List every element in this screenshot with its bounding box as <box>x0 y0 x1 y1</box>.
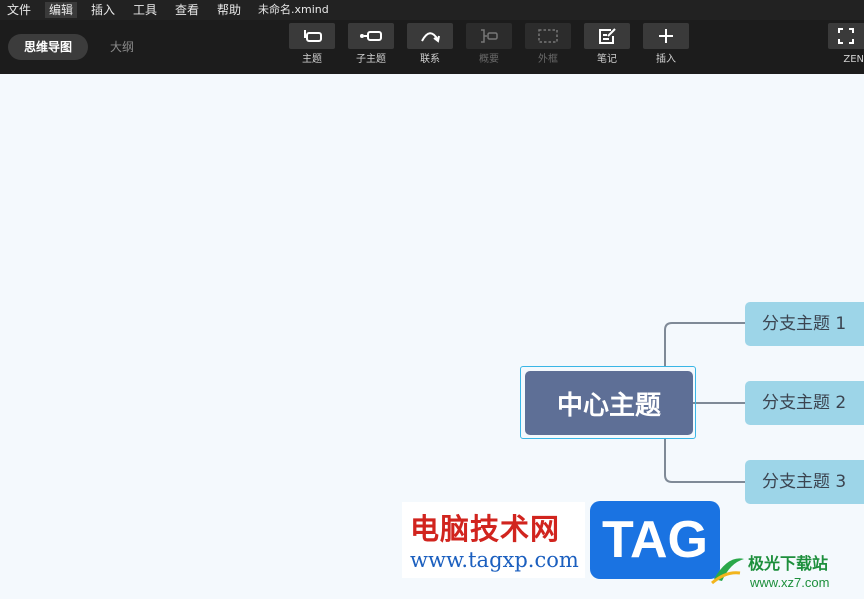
menu-help[interactable]: 帮助 <box>217 2 241 18</box>
insert-button[interactable]: 插入 <box>642 23 690 66</box>
relationship-icon <box>421 32 440 43</box>
tab-outline[interactable]: 大纲 <box>110 34 134 60</box>
note-label: 笔记 <box>597 54 617 65</box>
menu-insert[interactable]: 插入 <box>91 2 115 18</box>
boundary-icon <box>538 29 558 43</box>
zen-label: ZEN <box>843 54 864 65</box>
zen-button[interactable]: ZEN <box>828 23 864 66</box>
toolbar: 思维导图 大纲 主题 子主题 联系 概要 外框 笔记 插入 ZEN <box>0 20 864 74</box>
subtopic-label: 子主题 <box>356 54 386 65</box>
note-button[interactable]: 笔记 <box>583 23 631 66</box>
menu-tools[interactable]: 工具 <box>133 2 157 18</box>
watermark-url: www.tagxp.com <box>410 548 579 572</box>
subtopic-button[interactable]: 子主题 <box>347 23 395 66</box>
watermark-tag-logo: TAG <box>590 501 720 579</box>
summary-icon <box>481 29 498 43</box>
insert-label: 插入 <box>656 54 676 65</box>
menu-view[interactable]: 查看 <box>175 2 199 18</box>
topic-icon <box>304 30 322 42</box>
aurora-logo-icon <box>711 558 744 585</box>
topic-button[interactable]: 主题 <box>288 23 336 66</box>
topic-label: 主题 <box>302 54 322 65</box>
menu-edit[interactable]: 编辑 <box>45 2 78 18</box>
summary-label: 概要 <box>479 54 499 65</box>
watermark-site-url: www.xz7.com <box>750 575 830 590</box>
watermark-site-name: 极光下载站 <box>748 554 829 573</box>
summary-button[interactable]: 概要 <box>465 23 513 66</box>
plus-icon <box>659 29 673 43</box>
document-title: 未命名.xmind <box>258 3 329 16</box>
fullscreen-icon <box>838 28 854 44</box>
menu-file[interactable]: 文件 <box>7 2 31 18</box>
relationship-label: 联系 <box>420 54 440 65</box>
relationship-button[interactable]: 联系 <box>406 23 454 66</box>
branch-topic-2[interactable]: 分支主题 2 <box>745 381 864 425</box>
menu-bar: 文件 编辑 插入 工具 查看 帮助 未命名.xmind <box>0 0 864 20</box>
boundary-label: 外框 <box>538 54 558 65</box>
central-topic[interactable]: 中心主题 <box>525 371 693 435</box>
tab-mindmap[interactable]: 思维导图 <box>8 34 89 60</box>
branch-topic-3[interactable]: 分支主题 3 <box>745 460 864 504</box>
note-icon <box>599 28 616 44</box>
branch-topic-1[interactable]: 分支主题 1 <box>745 302 864 346</box>
boundary-button[interactable]: 外框 <box>524 23 572 66</box>
subtopic-icon <box>360 31 382 41</box>
watermark-title: 电脑技术网 <box>410 512 561 546</box>
